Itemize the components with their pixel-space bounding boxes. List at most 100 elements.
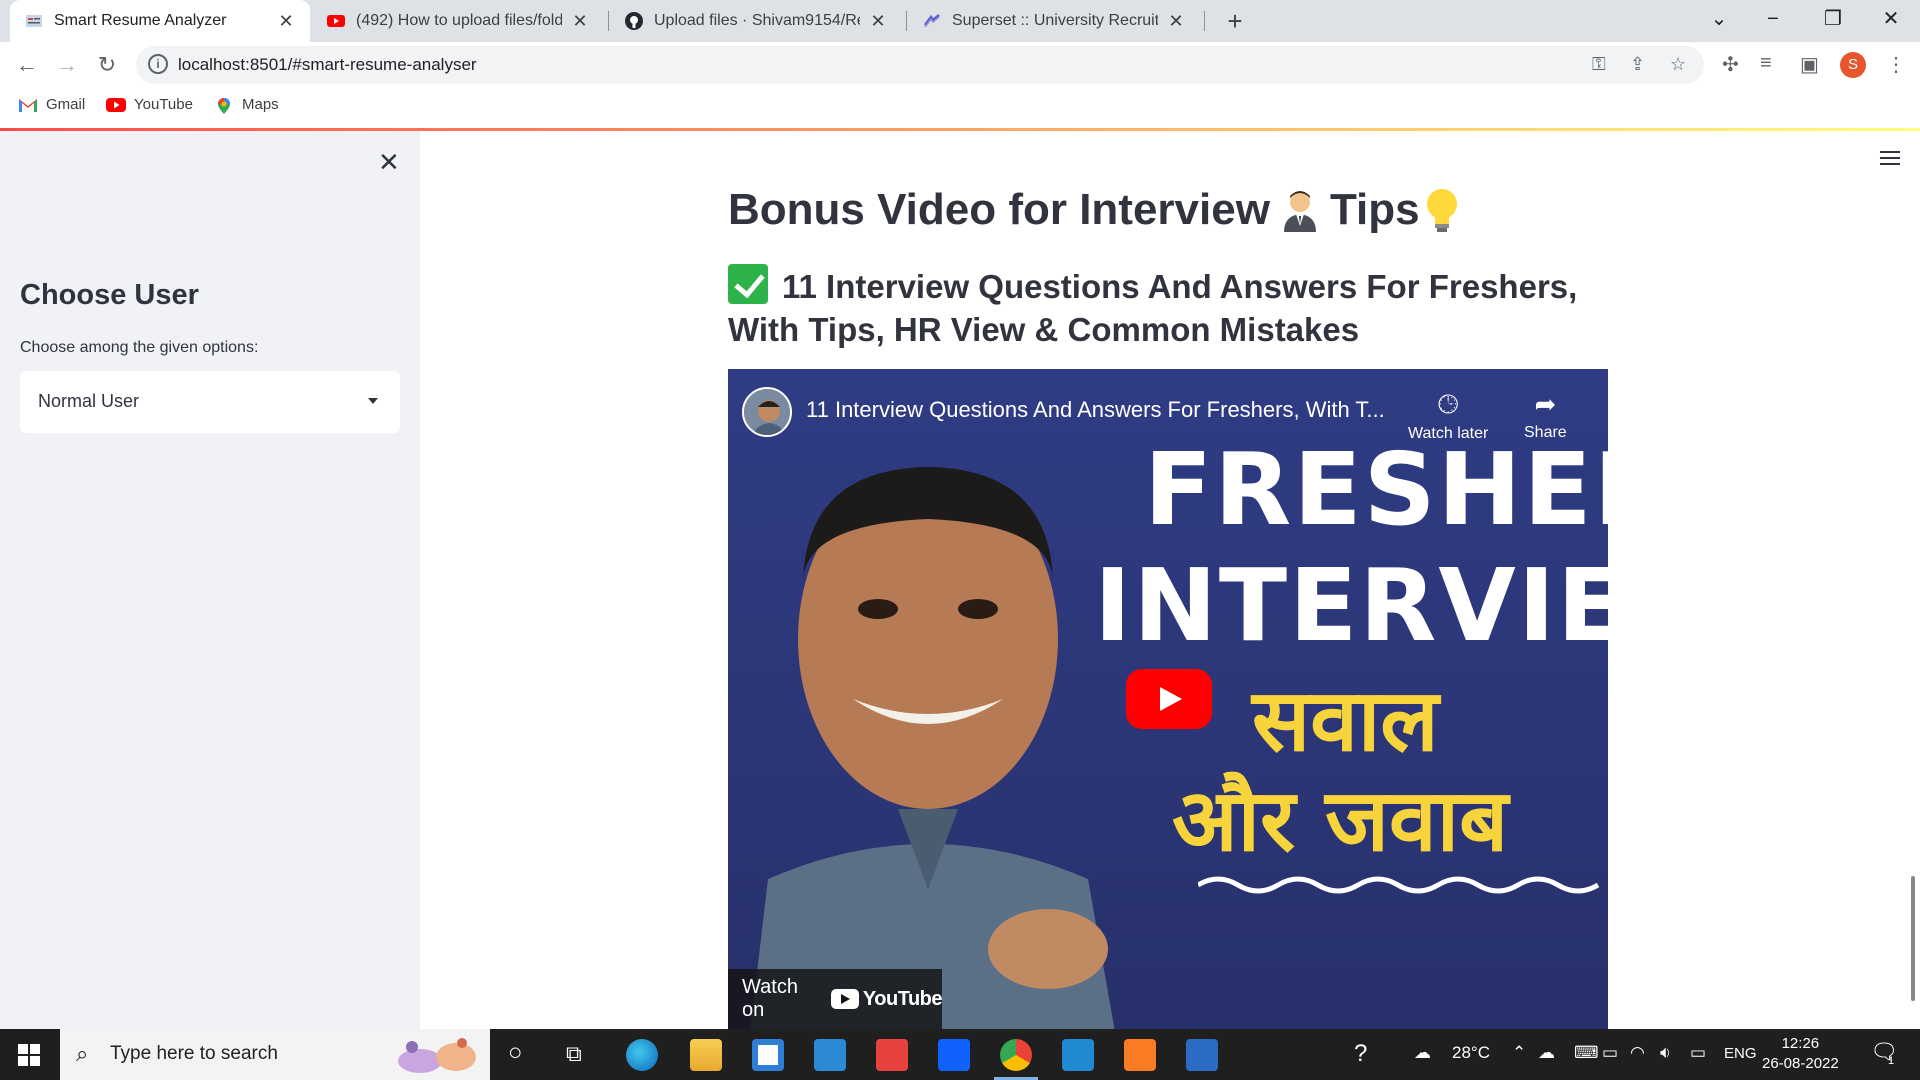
bookmarks-bar: Gmail YouTube Maps <box>0 88 1920 128</box>
file-explorer-app-icon[interactable] <box>690 1039 722 1071</box>
tab-title: (492) How to upload files/folders <box>356 12 562 29</box>
scrollbar-thumb[interactable] <box>1911 876 1915 1001</box>
window-close-button[interactable]: ✕ <box>1862 0 1920 40</box>
new-tab-button[interactable]: + <box>1220 6 1250 36</box>
kebab-menu-icon[interactable]: ⋮ <box>1886 52 1906 77</box>
tab-close-icon[interactable]: ✕ <box>570 11 590 32</box>
windows-start-icon[interactable] <box>18 1044 40 1066</box>
select-value: Normal User <box>38 391 140 411</box>
tray-chevron-up-icon[interactable]: ⌃ <box>1512 1043 1526 1063</box>
bookmark-label: Gmail <box>46 96 86 113</box>
taskbar-clock[interactable]: 12:26 26-08-2022 <box>1762 1034 1839 1074</box>
key-icon[interactable]: ⚿ <box>1592 54 1606 75</box>
search-highlight-illustration <box>398 1038 476 1073</box>
thumbnail-text-interview: INTERVIEW <box>1094 547 1608 664</box>
address-bar[interactable]: i localhost:8501/#smart-resume-analyser … <box>136 46 1704 84</box>
reload-icon[interactable]: ↻ <box>90 48 124 82</box>
tab-close-icon[interactable]: ✕ <box>276 11 296 32</box>
tab-title: Upload files · Shivam9154/Resum <box>654 12 860 29</box>
video-heading: 11 Interview Questions And Answers For F… <box>728 264 1628 351</box>
bookmark-star-icon[interactable]: ☆ <box>1670 54 1686 75</box>
tab-smart-resume-analyzer[interactable]: Smart Resume Analyzer ✕ <box>10 0 310 42</box>
gmail-icon <box>18 97 38 113</box>
tab-title: Superset :: University Recruiting P <box>952 12 1158 29</box>
bookmark-youtube[interactable]: YouTube <box>106 96 193 113</box>
select-label: Choose among the given options: <box>20 339 259 356</box>
bookmark-label: Maps <box>242 96 279 113</box>
caret-down-icon <box>368 398 378 404</box>
youtube-embed[interactable]: 11 Interview Questions And Answers For F… <box>728 369 1608 1029</box>
bookmark-maps[interactable]: Maps <box>214 96 279 114</box>
profile-avatar[interactable]: S <box>1840 52 1866 78</box>
page-heading-suffix: Tips <box>1329 185 1420 234</box>
windows-taskbar: ⌕ Type here to search ○ ⧉ ? ☁ 28°C ⌃ ☁ ⌨… <box>0 1029 1920 1080</box>
notification-count: 1 <box>1888 1055 1895 1067</box>
minimize-button[interactable]: − <box>1744 0 1802 40</box>
device-icon[interactable]: ⌨ <box>1574 1043 1599 1063</box>
video-title[interactable]: 11 Interview Questions And Answers For F… <box>806 397 1385 423</box>
thumbnail-text-aur-jawab: और जवाब <box>1172 771 1509 871</box>
wifi-icon[interactable]: ◠ <box>1630 1043 1645 1063</box>
page-heading-text: Bonus Video for Interview <box>728 185 1270 234</box>
battery-icon[interactable]: ▭ <box>1690 1043 1706 1063</box>
youtube-play-icon <box>830 989 859 1009</box>
task-view-icon[interactable]: ⧉ <box>566 1041 582 1067</box>
camera-app-icon[interactable] <box>876 1039 908 1071</box>
url-text[interactable]: localhost:8501/#smart-resume-analyser <box>178 55 477 75</box>
tab-title: Smart Resume Analyzer <box>54 12 227 29</box>
thumbnail-text-freshers: FRESHERS <box>1144 431 1608 548</box>
sidebar-close-icon[interactable]: ✕ <box>378 147 400 178</box>
powershell-app-icon[interactable] <box>1186 1039 1218 1071</box>
side-panel-icon[interactable]: ▣ <box>1800 52 1819 77</box>
sidebar-heading: Choose User <box>20 279 199 311</box>
watch-on-label: Watch on <box>742 976 798 1021</box>
tab-youtube-upload[interactable]: (492) How to upload files/folders ✕ <box>312 0 604 42</box>
search-icon: ⌕ <box>76 1041 89 1066</box>
share-icon[interactable]: ⇪ <box>1630 54 1645 75</box>
xampp-app-icon[interactable] <box>1124 1039 1156 1071</box>
github-favicon-icon <box>624 11 644 31</box>
tab-separator <box>1204 11 1205 31</box>
reading-list-icon[interactable]: ≡ <box>1760 52 1772 75</box>
back-arrow-icon[interactable]: ← <box>10 48 44 82</box>
tab-close-icon[interactable]: ✕ <box>1166 11 1186 32</box>
site-info-icon[interactable]: i <box>148 54 168 74</box>
bookmark-label: YouTube <box>134 96 193 113</box>
forward-arrow-icon[interactable]: → <box>50 48 84 82</box>
presenter-image <box>750 467 1115 1029</box>
channel-avatar[interactable] <box>742 387 792 437</box>
help-icon[interactable]: ? <box>1354 1040 1367 1068</box>
cortana-icon[interactable]: ○ <box>508 1039 523 1067</box>
youtube-icon <box>106 97 126 113</box>
clock-icon: 🕒︎ <box>1437 389 1459 419</box>
edge-app-icon[interactable] <box>626 1039 658 1071</box>
tab-github-upload[interactable]: Upload files · Shivam9154/Resum ✕ <box>610 0 902 42</box>
bookmark-gmail[interactable]: Gmail <box>18 96 85 113</box>
display-icon[interactable]: ▭ <box>1602 1043 1618 1063</box>
weather-cloud-icon[interactable]: ☁ <box>1414 1043 1431 1063</box>
tab-separator <box>906 11 907 31</box>
extensions-puzzle-icon[interactable]: ✣ <box>1722 52 1739 77</box>
play-button[interactable] <box>1126 669 1212 729</box>
tab-superset[interactable]: Superset :: University Recruiting P ✕ <box>908 0 1200 42</box>
language-indicator[interactable]: ENG <box>1724 1045 1757 1062</box>
restore-button[interactable]: ❐ <box>1804 0 1862 40</box>
watch-on-youtube-button[interactable]: Watch on YouTube <box>728 969 943 1029</box>
hamburger-menu-icon[interactable] <box>1880 151 1900 167</box>
store-app-icon[interactable] <box>752 1039 784 1071</box>
tab-close-icon[interactable]: ✕ <box>868 11 888 32</box>
onedrive-icon[interactable]: ☁ <box>1538 1043 1555 1063</box>
tab-search-chevron-icon[interactable]: ⌄ <box>1690 0 1748 40</box>
clock-date: 26-08-2022 <box>1762 1055 1839 1072</box>
vscode-app-icon[interactable] <box>1062 1039 1094 1071</box>
share-arrow-icon: ➦ <box>1534 389 1557 419</box>
weather-temperature[interactable]: 28°C <box>1452 1043 1490 1063</box>
mail-app-icon[interactable] <box>814 1039 846 1071</box>
dropbox-app-icon[interactable] <box>938 1039 970 1071</box>
taskbar-search-box[interactable]: ⌕ Type here to search <box>60 1029 490 1080</box>
chrome-app-icon[interactable] <box>994 1039 1038 1080</box>
page-heading: Bonus Video for Interview Tips <box>728 185 1462 235</box>
user-type-select[interactable]: Normal User <box>20 371 400 433</box>
volume-icon[interactable]: 🔉︎ <box>1660 1043 1671 1063</box>
tab-separator <box>608 11 609 31</box>
